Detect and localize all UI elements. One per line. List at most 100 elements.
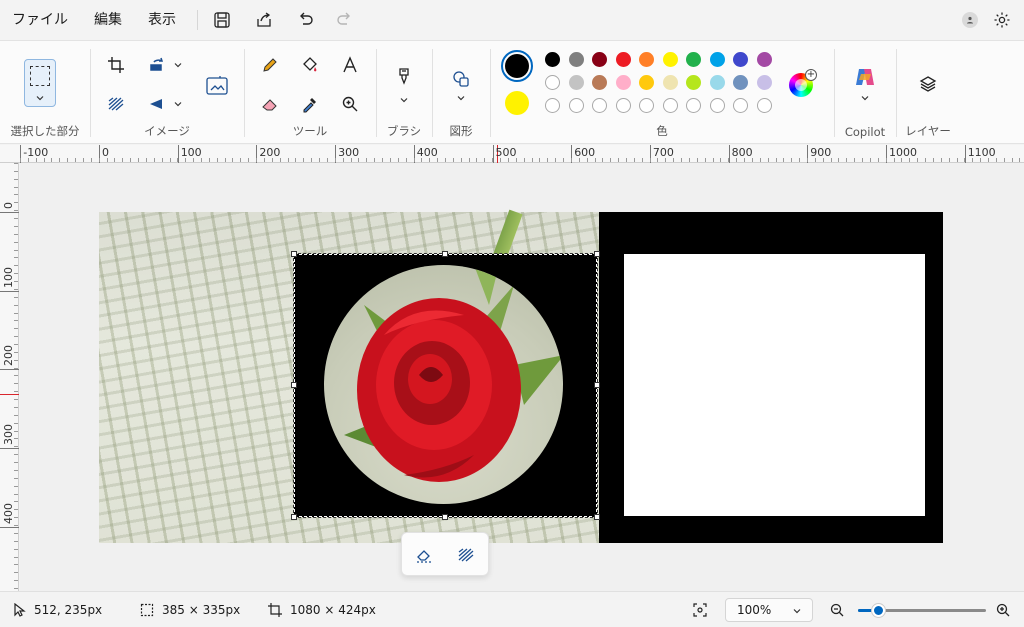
save-button[interactable] [206, 4, 238, 36]
remove-background-button[interactable] [451, 540, 481, 570]
account-button[interactable] [962, 12, 978, 28]
primary-color-swatch[interactable] [505, 54, 529, 78]
resize-handle[interactable] [594, 251, 600, 257]
custom-color-slot[interactable] [615, 98, 631, 113]
custom-color-slot[interactable] [662, 98, 678, 113]
ruler-minor-tick [350, 158, 352, 162]
edit-colors-button[interactable]: + [789, 69, 817, 97]
erase-selection-button[interactable] [409, 540, 439, 570]
color-swatch[interactable] [686, 75, 701, 90]
ruler-minor-tick [688, 158, 690, 162]
menu-edit[interactable]: 編集 [81, 0, 135, 40]
color-swatch[interactable] [662, 52, 678, 67]
resize-handle[interactable] [594, 514, 600, 520]
resize-handle[interactable] [291, 514, 297, 520]
color-swatch[interactable] [568, 52, 584, 67]
color-swatch[interactable] [756, 75, 772, 90]
ruler-minor-tick [744, 158, 746, 162]
color-swatch[interactable] [733, 75, 748, 90]
ruler-minor-tick [14, 438, 18, 440]
group-label-colors: 色 [656, 124, 668, 138]
flip-button[interactable] [142, 89, 172, 119]
undo-button[interactable] [290, 4, 322, 36]
chevron-down-icon[interactable] [173, 60, 183, 70]
ruler-minor-tick [539, 158, 541, 162]
ruler-minor-tick [917, 158, 919, 162]
redo-button[interactable] [328, 4, 360, 36]
zoom-in-button[interactable] [996, 592, 1010, 627]
text-icon [343, 56, 357, 73]
copilot-button[interactable] [853, 65, 877, 89]
color-swatch[interactable] [662, 75, 678, 90]
share-icon [257, 12, 271, 27]
secondary-color-swatch[interactable] [505, 91, 529, 115]
menu-file[interactable]: ファイル [0, 0, 81, 40]
color-swatch[interactable] [615, 52, 631, 67]
rotate-button[interactable] [142, 50, 172, 80]
share-button[interactable] [248, 4, 280, 36]
color-swatch[interactable] [545, 52, 560, 67]
shapes-button[interactable] [446, 64, 476, 94]
chevron-down-icon[interactable] [173, 99, 183, 109]
layers-button[interactable] [913, 69, 943, 99]
ruler-minor-tick [14, 328, 18, 330]
color-swatch[interactable] [709, 75, 725, 90]
crop-button[interactable] [101, 50, 131, 80]
ruler-minor-tick [122, 158, 124, 162]
resize-handle[interactable] [291, 382, 297, 388]
custom-color-slot[interactable] [568, 98, 584, 113]
chevron-down-icon[interactable] [456, 93, 466, 103]
resize-icon [205, 74, 228, 95]
color-swatch[interactable] [639, 52, 654, 67]
color-swatch[interactable] [592, 75, 607, 90]
zoom-slider-thumb[interactable] [872, 604, 885, 617]
ruler-minor-tick [877, 158, 879, 162]
pencil-button[interactable] [255, 50, 285, 80]
color-picker-button[interactable] [295, 89, 325, 119]
resize-button[interactable] [200, 69, 234, 103]
background-removal-button[interactable] [101, 89, 131, 119]
menu-view[interactable]: 表示 [135, 0, 189, 40]
select-tool-button[interactable] [24, 59, 56, 107]
custom-color-slot[interactable] [545, 98, 560, 113]
eraser-button[interactable] [255, 89, 285, 119]
ruler-minor-tick [948, 158, 950, 162]
custom-color-slot[interactable] [639, 98, 654, 113]
color-swatch[interactable] [709, 52, 725, 67]
color-swatch[interactable] [545, 75, 560, 90]
zoom-out-button[interactable] [830, 592, 844, 627]
ruler-minor-tick [43, 158, 45, 162]
chevron-down-icon[interactable] [399, 95, 409, 105]
zoom-select[interactable]: 100% [725, 598, 813, 622]
resize-handle[interactable] [594, 382, 600, 388]
custom-color-slot[interactable] [686, 98, 701, 113]
color-swatch[interactable] [615, 75, 631, 90]
resize-handle[interactable] [442, 251, 448, 257]
selection-marquee[interactable] [293, 253, 598, 518]
ruler-minor-tick [759, 158, 761, 162]
color-swatch[interactable] [733, 52, 748, 67]
text-button[interactable] [335, 50, 365, 80]
color-swatch[interactable] [686, 52, 701, 67]
settings-button[interactable] [992, 10, 1012, 30]
ruler-minor-tick [216, 158, 218, 162]
resize-handle[interactable] [442, 514, 448, 520]
chevron-down-icon[interactable] [860, 93, 870, 103]
brush-button[interactable] [389, 61, 419, 91]
custom-color-slot[interactable] [733, 98, 748, 113]
color-swatch[interactable] [592, 52, 607, 67]
custom-color-slot[interactable] [592, 98, 607, 113]
fill-button[interactable] [295, 50, 325, 80]
color-swatch[interactable] [639, 75, 654, 90]
custom-color-slot[interactable] [756, 98, 772, 113]
color-swatch[interactable] [756, 52, 772, 67]
magnifier-button[interactable] [335, 89, 365, 119]
ruler-minor-tick [925, 158, 927, 162]
ruler-major-tick [0, 369, 19, 371]
resize-handle[interactable] [291, 251, 297, 257]
ruler-minor-tick [563, 158, 565, 162]
color-swatch[interactable] [568, 75, 584, 90]
custom-color-slot[interactable] [709, 98, 725, 113]
ruler-minor-tick [14, 580, 18, 582]
fit-to-window-button[interactable] [693, 592, 707, 627]
